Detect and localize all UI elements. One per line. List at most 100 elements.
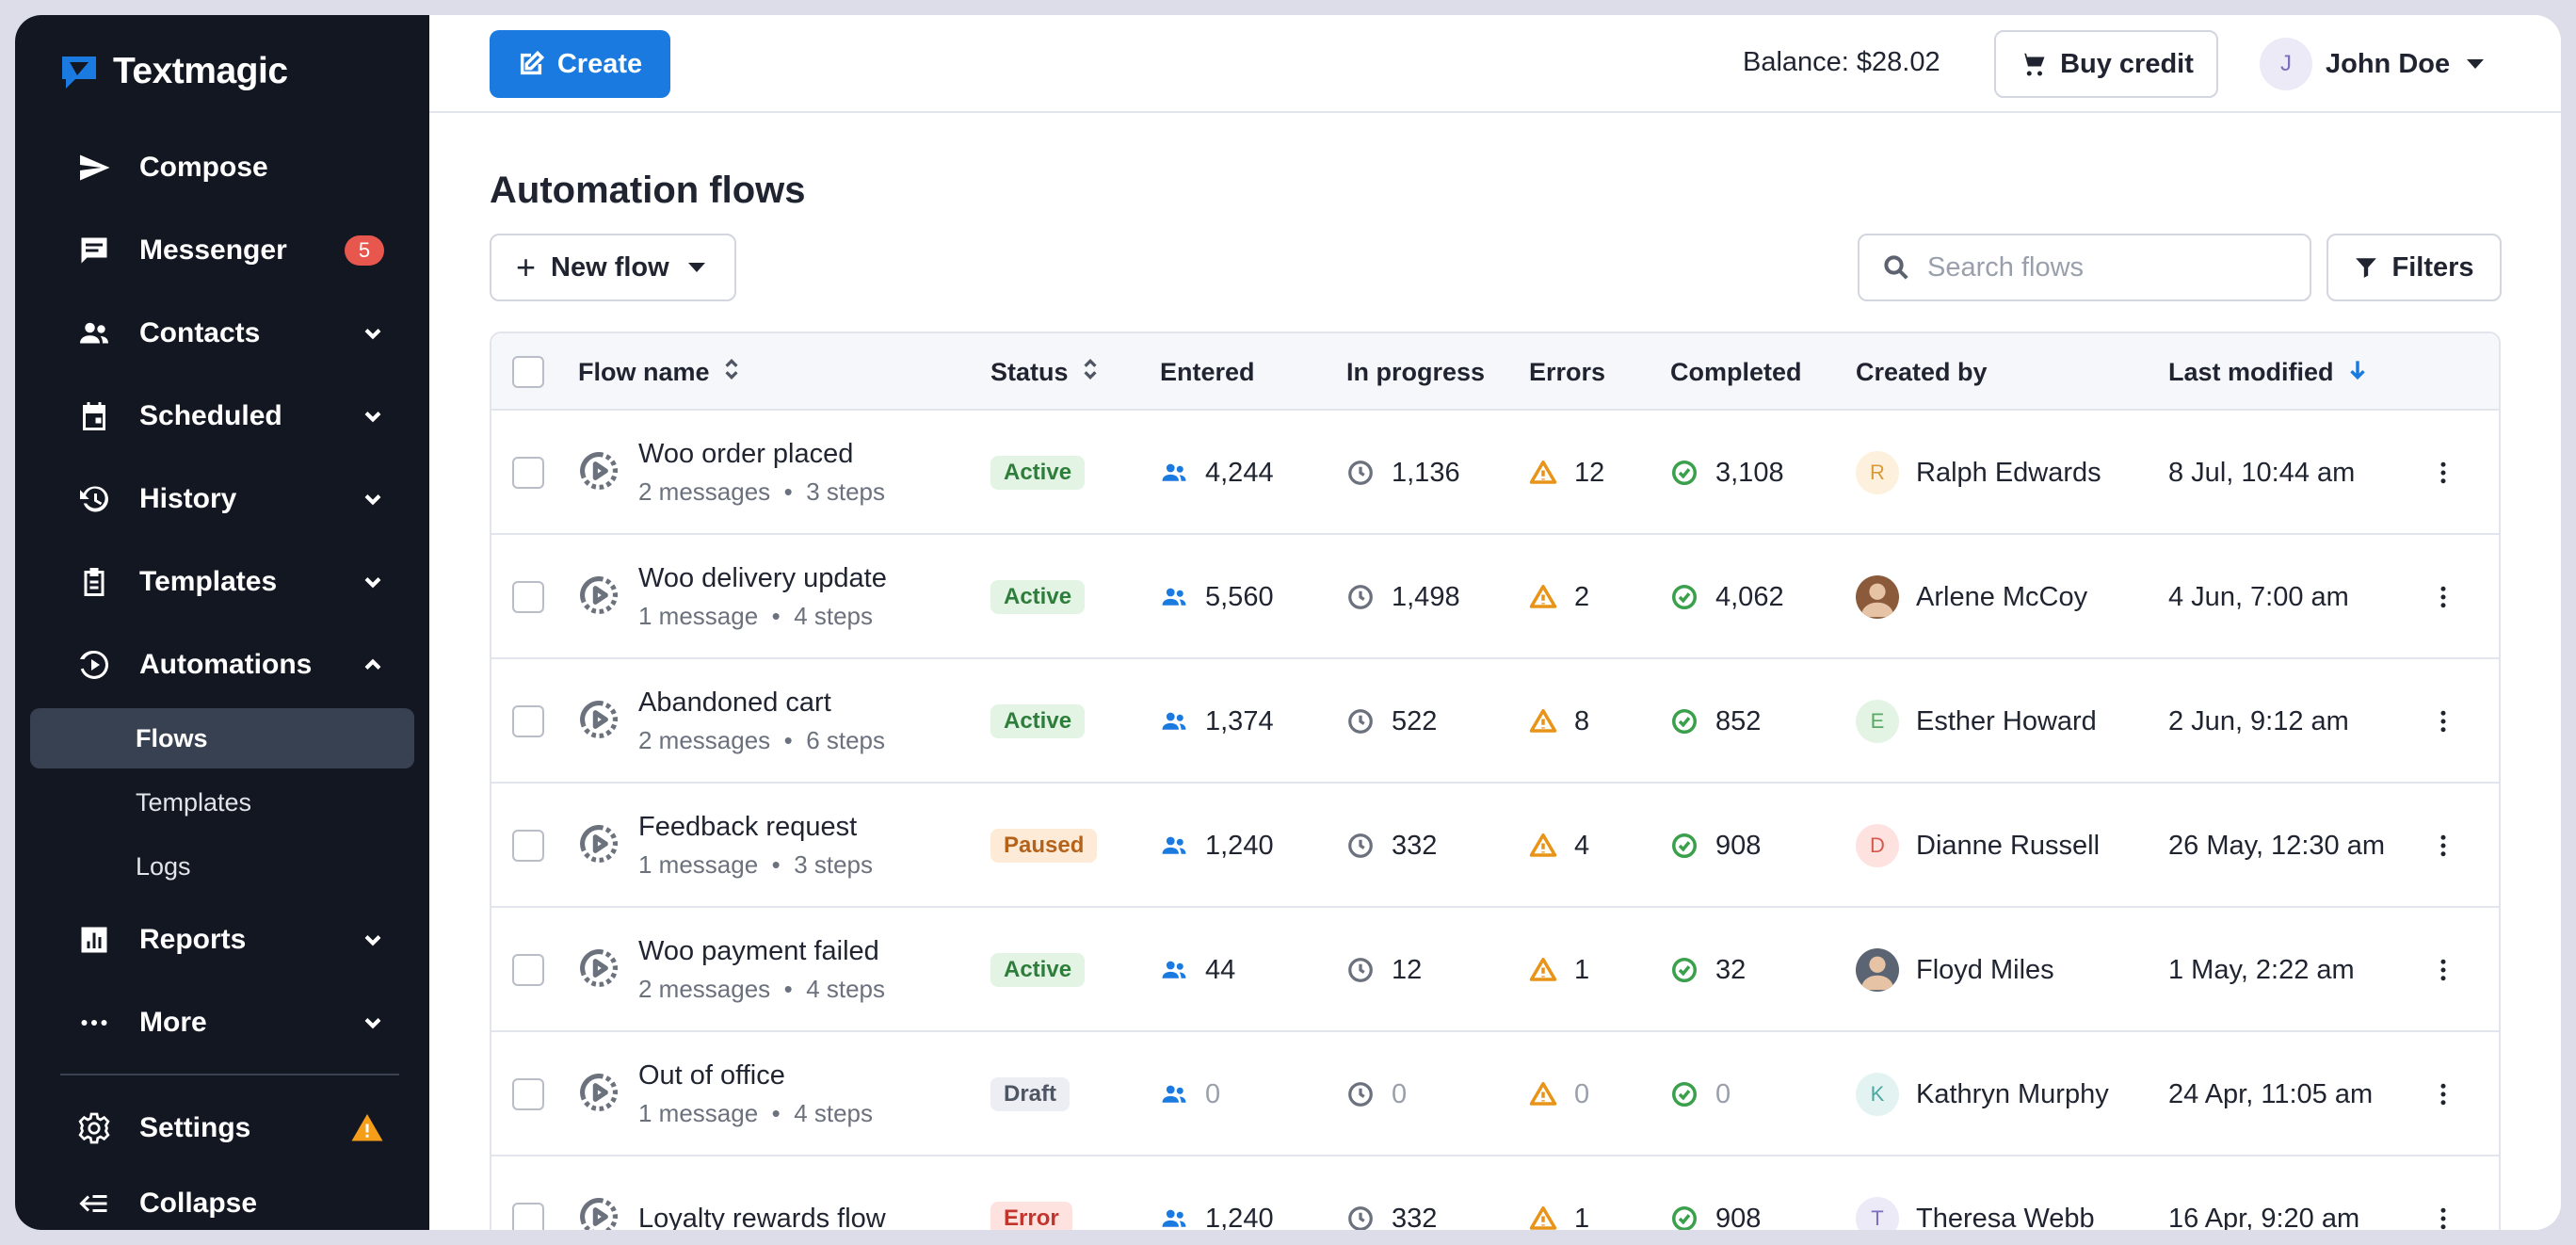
errors-value: 4: [1574, 830, 1590, 861]
row-checkbox[interactable]: [512, 581, 544, 613]
flow-name-cell[interactable]: Feedback request 1 message • 3 steps: [578, 784, 873, 908]
chevron-down-icon: [360, 320, 386, 347]
table-row[interactable]: Woo order placed 2 messages • 3 steps Ac…: [491, 411, 2499, 535]
buy-credit-button[interactable]: Buy credit: [1994, 30, 2218, 98]
flow-name-cell[interactable]: Loyalty rewards flow: [578, 1156, 886, 1230]
flow-name[interactable]: Loyalty rewards flow: [638, 1200, 886, 1230]
nav-templates[interactable]: Templates: [30, 552, 414, 612]
select-cell: [512, 1156, 544, 1230]
row-actions-button[interactable]: [2429, 659, 2457, 784]
flow-name[interactable]: Abandoned cart: [638, 684, 885, 721]
unread-badge: 5: [345, 235, 384, 266]
main-content: Create Balance: $28.02 Buy credit J John…: [429, 15, 2561, 1230]
table-row[interactable]: Feedback request 1 message • 3 steps Pau…: [491, 784, 2499, 908]
chat-icon: [75, 232, 113, 269]
flow-name-cell[interactable]: Woo delivery update 1 message • 4 steps: [578, 535, 887, 659]
created-by-cell: Arlene McCoy: [1856, 535, 2087, 659]
row-actions-button[interactable]: [2429, 1032, 2457, 1156]
nav-automations[interactable]: Automations: [30, 635, 414, 695]
nav-settings[interactable]: Settings: [30, 1098, 414, 1158]
search-icon: [1884, 255, 1908, 280]
nav-label: Scheduled: [139, 400, 282, 431]
flow-name-cell[interactable]: Woo payment failed 2 messages • 4 steps: [578, 908, 885, 1032]
subnav-logs[interactable]: Logs: [30, 836, 414, 897]
nav-more[interactable]: More: [30, 993, 414, 1053]
flow-name[interactable]: Feedback request: [638, 808, 873, 846]
nav-compose[interactable]: Compose: [30, 137, 414, 198]
entered-cell: 5,560: [1160, 535, 1274, 659]
completed-value: 0: [1715, 1078, 1731, 1109]
avatar: R: [1856, 451, 1899, 494]
col-last-modified[interactable]: Last modified: [2168, 333, 2370, 411]
status-cell: Error: [990, 1156, 1072, 1230]
row-checkbox[interactable]: [512, 457, 544, 489]
col-flow-name[interactable]: Flow name: [578, 333, 742, 411]
nav-scheduled[interactable]: Scheduled: [30, 386, 414, 446]
table-row[interactable]: Woo payment failed 2 messages • 4 steps …: [491, 908, 2499, 1032]
created-by-cell: T Theresa Webb: [1856, 1156, 2095, 1230]
completed-cell: 908: [1670, 784, 1761, 908]
search-box: [1858, 234, 2311, 301]
row-actions-button[interactable]: [2429, 535, 2457, 659]
logo[interactable]: Textmagic: [56, 49, 288, 94]
nav-messenger[interactable]: Messenger 5: [30, 220, 414, 281]
row-checkbox[interactable]: [512, 1078, 544, 1110]
table-row[interactable]: Out of office 1 message • 4 steps Draft …: [491, 1032, 2499, 1156]
row-checkbox[interactable]: [512, 705, 544, 737]
topbar: Create Balance: $28.02 Buy credit J John…: [429, 15, 2561, 113]
nav-label: Reports: [139, 924, 247, 955]
flow-name-cell[interactable]: Abandoned cart 2 messages • 6 steps: [578, 659, 885, 784]
creator-name: Dianne Russell: [1916, 830, 2101, 861]
entered-cell: 1,240: [1160, 1156, 1274, 1230]
automation-icon: [578, 1072, 620, 1118]
row-checkbox[interactable]: [512, 830, 544, 862]
new-flow-button[interactable]: + New flow: [490, 234, 736, 301]
chevron-down-icon: [360, 927, 386, 953]
step-count: 6 steps: [806, 726, 886, 754]
nav-history[interactable]: History: [30, 469, 414, 529]
check-circle-icon: [1672, 461, 1697, 485]
errors-cell: 4: [1529, 784, 1589, 908]
nav-reports[interactable]: Reports: [30, 910, 414, 970]
status-cell: Paused: [990, 784, 1098, 908]
flow-name[interactable]: Out of office: [638, 1057, 873, 1094]
flow-name[interactable]: Woo delivery update: [638, 559, 887, 597]
row-actions-button[interactable]: [2429, 1156, 2457, 1230]
create-button[interactable]: Create: [490, 30, 670, 98]
subnav-flows[interactable]: Flows: [30, 708, 414, 768]
flow-name[interactable]: Woo payment failed: [638, 932, 885, 970]
user-menu[interactable]: J John Doe: [2260, 38, 2485, 90]
chevron-down-icon: [360, 1010, 386, 1036]
nav-contacts[interactable]: Contacts: [30, 303, 414, 364]
col-status[interactable]: Status: [990, 333, 1101, 411]
col-in-progress: In progress: [1346, 357, 1486, 386]
flow-name-cell[interactable]: Out of office 1 message • 4 steps: [578, 1032, 873, 1156]
table-row[interactable]: Loyalty rewards flow Error 1,240 332 1 9…: [491, 1156, 2499, 1230]
subnav-templates[interactable]: Templates: [30, 772, 414, 833]
select-all-checkbox[interactable]: [512, 356, 544, 388]
search-input[interactable]: [1927, 251, 2285, 283]
last-modified-cell: 1 May, 2:22 am: [2168, 954, 2355, 985]
in-progress-cell: 332: [1346, 784, 1437, 908]
flow-name[interactable]: Woo order placed: [638, 435, 885, 473]
sort-icon: [721, 357, 742, 388]
flow-name-cell[interactable]: Woo order placed 2 messages • 3 steps: [578, 411, 885, 535]
message-count: 2 messages: [638, 477, 771, 506]
row-actions-button[interactable]: [2429, 411, 2457, 535]
row-actions-button[interactable]: [2429, 784, 2457, 908]
filters-button[interactable]: Filters: [2326, 234, 2502, 301]
entered-cell: 1,240: [1160, 784, 1274, 908]
status-cell: Active: [990, 659, 1086, 784]
table-row[interactable]: Woo delivery update 1 message • 4 steps …: [491, 535, 2499, 659]
creator-name: Floyd Miles: [1916, 954, 2054, 985]
row-checkbox[interactable]: [512, 1203, 544, 1230]
chevron-down-icon: [360, 486, 386, 512]
row-actions-button[interactable]: [2429, 908, 2457, 1032]
errors-value: 0: [1574, 1078, 1590, 1109]
nav-collapse[interactable]: Collapse: [30, 1173, 414, 1230]
row-checkbox[interactable]: [512, 954, 544, 986]
avatar: K: [1856, 1073, 1899, 1116]
create-label: Create: [556, 48, 643, 79]
table-row[interactable]: Abandoned cart 2 messages • 6 steps Acti…: [491, 659, 2499, 784]
warning-icon: [1529, 958, 1557, 981]
